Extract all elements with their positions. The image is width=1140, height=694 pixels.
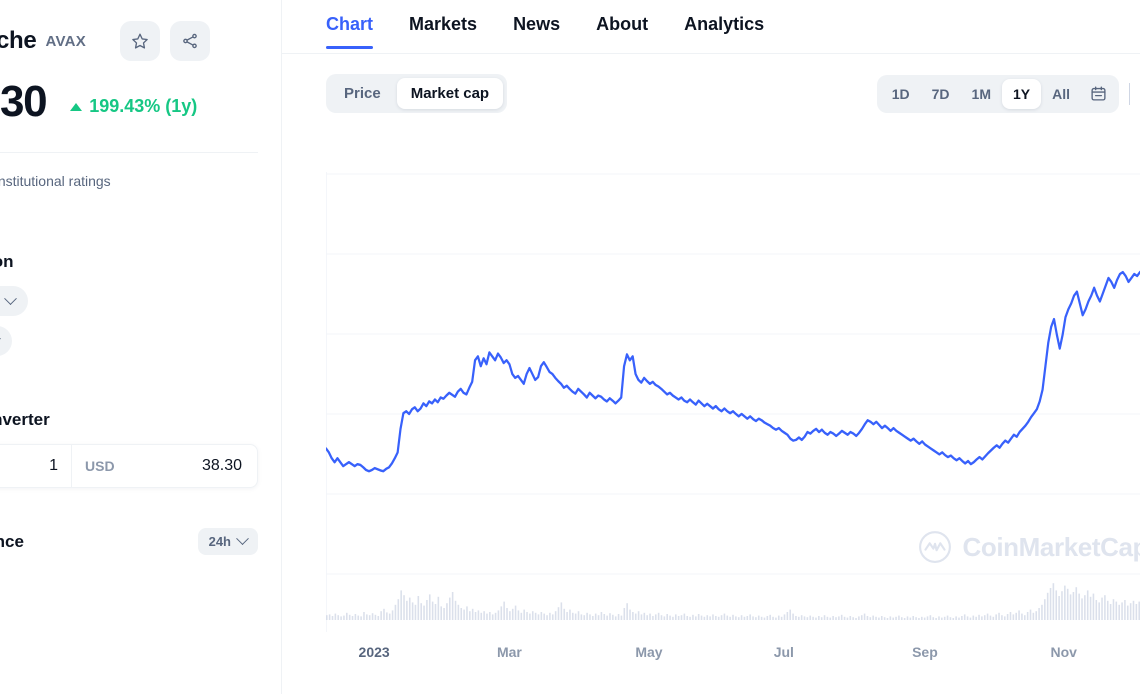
tab-chart[interactable]: Chart xyxy=(326,14,374,49)
range-1m[interactable]: 1M xyxy=(961,79,1002,109)
converter-result-value[interactable]: 38.30 xyxy=(128,445,257,487)
information-chip-list: Explorers Wallets xyxy=(0,272,281,356)
time-range-group: 1D 7D 1M 1Y All xyxy=(876,74,1119,113)
performance-range-dropdown[interactable]: 24h xyxy=(197,528,258,555)
performance-row: Performance 24h xyxy=(0,488,281,555)
coin-header-actions xyxy=(120,21,211,61)
coin-detail-page: Avalanche AVAX xyxy=(0,0,1140,694)
coin-ticker: AVAX xyxy=(45,32,87,50)
explorers-chip[interactable]: Explorers xyxy=(0,286,28,316)
converter-widget[interactable]: 1 USD 38.30 xyxy=(0,444,258,488)
rating-stars-row: ★ i xyxy=(0,189,281,218)
chevron-down-icon xyxy=(236,532,249,546)
converter-currency-label[interactable]: USD xyxy=(71,445,128,487)
volume-bars xyxy=(326,583,1140,620)
tab-markets[interactable]: Markets xyxy=(409,14,477,48)
converter-amount-input[interactable]: 1 xyxy=(0,445,71,487)
metric-toggle-group: Price Market cap xyxy=(326,74,508,113)
star-icon xyxy=(132,33,148,49)
chart-controls: Price Market cap 1D 7D 1M 1Y All xyxy=(282,54,1140,113)
calendar-icon xyxy=(1090,86,1106,101)
chart-svg xyxy=(326,172,1140,632)
coin-name: Avalanche xyxy=(0,27,37,54)
x-axis-label: 2023 xyxy=(358,644,390,660)
chart-gridlines xyxy=(326,172,1140,632)
favorite-star-button[interactable] xyxy=(120,21,161,61)
chevron-down-icon xyxy=(3,291,17,305)
institutional-ratings-text: Based on 3 institutional ratings xyxy=(0,173,111,189)
x-axis-label: May xyxy=(635,644,663,660)
x-axis-label: Nov xyxy=(1050,644,1077,660)
range-all[interactable]: All xyxy=(1041,79,1081,109)
converter-section-title: AVAX Converter xyxy=(0,410,50,429)
tab-news[interactable]: News xyxy=(513,14,560,48)
chart-x-axis: 2023 Mar May Jul Sep Nov xyxy=(326,644,1140,670)
x-axis-label: Mar xyxy=(496,644,522,660)
performance-section-title: Performance xyxy=(0,531,24,551)
market-cap-chart[interactable]: CoinMarketCap xyxy=(326,172,1140,632)
performance-range-label: 24h xyxy=(208,534,231,549)
share-button[interactable] xyxy=(170,21,211,61)
tab-about[interactable]: About xyxy=(596,14,648,48)
coin-sidebar: Avalanche AVAX xyxy=(0,0,282,694)
coin-price: $38.30 xyxy=(0,77,48,126)
market-cap-line xyxy=(326,270,1140,473)
tab-analytics[interactable]: Analytics xyxy=(684,14,764,48)
range-7d[interactable]: 7D xyxy=(921,79,961,109)
price-row: $38.30 199.43% (1y) xyxy=(0,62,281,126)
coin-header: Avalanche AVAX xyxy=(0,0,281,62)
range-1y[interactable]: 1Y xyxy=(1001,78,1042,109)
x-axis-label: Jul xyxy=(773,644,794,660)
information-section-title: Information xyxy=(0,252,14,271)
price-change-value: 199.43% (1y) xyxy=(89,96,198,116)
price-change: 199.43% (1y) xyxy=(70,96,197,117)
range-1d[interactable]: 1D xyxy=(881,79,921,109)
metric-toggle-price[interactable]: Price xyxy=(330,78,395,109)
metric-toggle-market-cap[interactable]: Market cap xyxy=(396,78,504,109)
wallets-chip[interactable]: Wallets xyxy=(0,326,12,356)
main-panel: Chart Markets News About Analytics Price… xyxy=(282,0,1140,694)
coin-tabs: Chart Markets News About Analytics xyxy=(282,0,1140,54)
caret-up-icon xyxy=(70,102,83,111)
date-picker-button[interactable] xyxy=(1081,79,1115,109)
toolbar-divider xyxy=(1129,82,1130,105)
x-axis-label: Sep xyxy=(912,644,938,660)
share-icon xyxy=(183,33,197,49)
